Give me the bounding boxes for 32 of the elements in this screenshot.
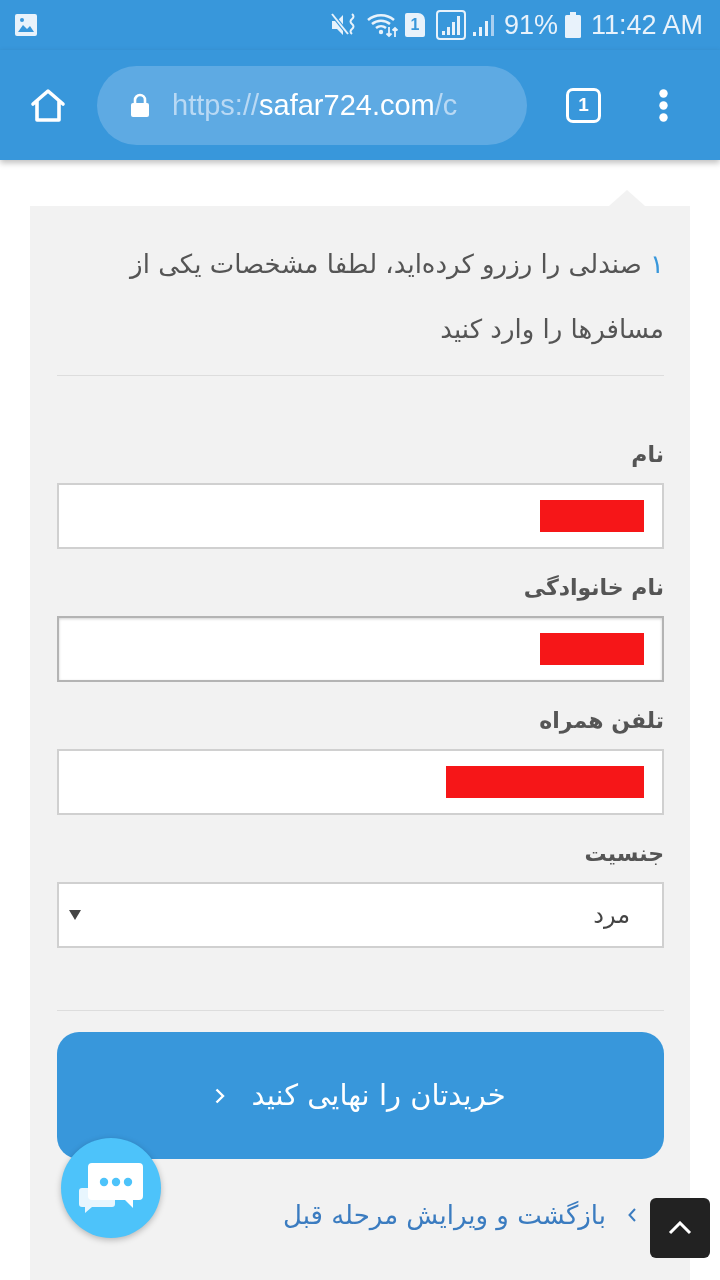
submit-button[interactable]: خریدتان را نهایی کنید bbox=[57, 1032, 664, 1159]
chevron-right-icon bbox=[215, 1087, 226, 1104]
chevron-up-icon bbox=[668, 1221, 692, 1235]
back-link[interactable]: بازگشت و ویرایش مرحله قبل bbox=[282, 1195, 636, 1235]
url-bar[interactable]: https://safar724.com/c bbox=[97, 65, 527, 145]
wifi-icon bbox=[366, 12, 399, 38]
tab-count-button[interactable]: 1 bbox=[566, 87, 601, 123]
text-field[interactable] bbox=[57, 483, 664, 549]
signal-box-icon bbox=[435, 10, 466, 40]
select-field[interactable]: مرد bbox=[57, 882, 664, 948]
gallery-icon bbox=[14, 13, 38, 37]
chevron-left-icon bbox=[628, 1208, 636, 1222]
text-field[interactable] bbox=[57, 749, 664, 815]
lock-icon bbox=[130, 93, 150, 117]
battery-icon bbox=[564, 12, 581, 38]
field-label: نام bbox=[630, 441, 664, 469]
intro-text: ۱ صندلی را رزرو کرده‌اید، لطفا مشخصات یکی از مسافرها را وارد کنید bbox=[128, 248, 664, 347]
signal-icon bbox=[471, 13, 496, 37]
field-label: نام خانوادگی bbox=[522, 574, 664, 603]
field-label: تلفن همراه bbox=[538, 707, 664, 736]
status-time: 11:42 AM bbox=[590, 10, 703, 40]
home-icon[interactable] bbox=[30, 87, 66, 123]
chat-bubbles-icon bbox=[78, 1162, 144, 1214]
menu-icon[interactable] bbox=[659, 88, 668, 122]
caret-down-icon bbox=[69, 910, 81, 920]
mute-vibrate-icon bbox=[330, 12, 357, 38]
battery-percent: 91% bbox=[503, 10, 558, 40]
scroll-top-button[interactable] bbox=[650, 1198, 710, 1258]
field-label: جنسیت bbox=[583, 840, 664, 868]
url-text: https://safar724.com/c bbox=[172, 88, 458, 122]
text-field[interactable] bbox=[57, 616, 664, 682]
sim-badge: 1 bbox=[404, 13, 425, 37]
